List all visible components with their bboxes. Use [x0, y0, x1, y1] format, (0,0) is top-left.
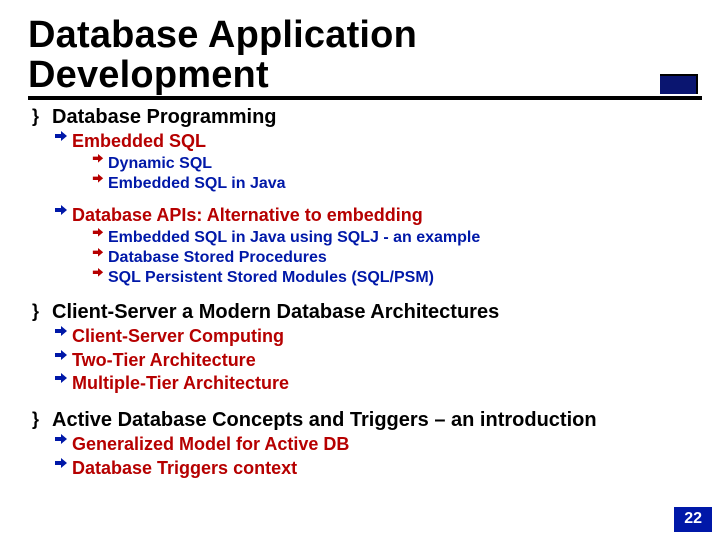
outline-level-3: Embedded SQL in Java: [32, 174, 692, 193]
outline-level-2: Generalized Model for Active DB: [32, 434, 692, 456]
level3-label: Database Stored Procedures: [108, 248, 692, 267]
arrow-right-icon: [92, 248, 108, 260]
title-line-2: Development: [28, 54, 269, 96]
level1-label: Active Database Concepts and Triggers – …: [52, 409, 692, 432]
outline-level-3: Dynamic SQL: [32, 154, 692, 173]
outline-level-2: Multiple-Tier Architecture: [32, 373, 692, 395]
accent-box: [660, 74, 698, 94]
level3-label: Embedded SQL in Java using SQLJ - an exa…: [108, 228, 692, 247]
arrow-right-icon: [54, 458, 72, 472]
arrow-right-icon: [92, 174, 108, 186]
arrow-right-icon: [54, 131, 72, 145]
arrow-right-icon: [92, 154, 108, 166]
section: } Database Programming Embedded SQL Dyna…: [32, 106, 692, 287]
level3-label: SQL Persistent Stored Modules (SQL/PSM): [108, 268, 692, 287]
outline-level-2: Database Triggers context: [32, 458, 692, 480]
level2-label: Database Triggers context: [72, 458, 692, 480]
outline-level-3: Embedded SQL in Java using SQLJ - an exa…: [32, 228, 692, 247]
arrow-right-icon: [92, 268, 108, 280]
outline-level-2: Two-Tier Architecture: [32, 350, 692, 372]
level2-label: Embedded SQL: [72, 131, 692, 153]
level2-label: Database APIs: Alternative to embedding: [72, 205, 692, 227]
slide-title: Database Application Development: [28, 16, 417, 96]
level2-label: Two-Tier Architecture: [72, 350, 692, 372]
outline-level-2: Embedded SQL: [32, 131, 692, 153]
outline-level-1: } Database Programming: [32, 106, 692, 129]
section: } Client-Server a Modern Database Archit…: [32, 301, 692, 395]
page-number-value: 22: [684, 510, 702, 527]
title-line-1: Database Application: [28, 14, 417, 56]
arrow-right-icon: [54, 326, 72, 340]
outline-level-2: Database APIs: Alternative to embedding: [32, 205, 692, 227]
brace-bullet-icon: }: [32, 106, 52, 128]
arrow-right-icon: [54, 373, 72, 387]
level2-label: Multiple-Tier Architecture: [72, 373, 692, 395]
level2-label: Generalized Model for Active DB: [72, 434, 692, 456]
brace-bullet-icon: }: [32, 301, 52, 323]
outline-level-2: Client-Server Computing: [32, 326, 692, 348]
outline-level-1: } Client-Server a Modern Database Archit…: [32, 301, 692, 324]
level3-label: Dynamic SQL: [108, 154, 692, 173]
section: } Active Database Concepts and Triggers …: [32, 409, 692, 479]
arrow-right-icon: [54, 434, 72, 448]
arrow-right-icon: [92, 228, 108, 240]
outline-level-3: Database Stored Procedures: [32, 248, 692, 267]
level3-label: Embedded SQL in Java: [108, 174, 692, 193]
level2-label: Client-Server Computing: [72, 326, 692, 348]
level1-label: Database Programming: [52, 106, 692, 129]
level1-label: Client-Server a Modern Database Architec…: [52, 301, 692, 324]
arrow-right-icon: [54, 350, 72, 364]
brace-bullet-icon: }: [32, 409, 52, 431]
slide-body: } Database Programming Embedded SQL Dyna…: [32, 100, 692, 479]
arrow-right-icon: [54, 205, 72, 219]
outline-level-1: } Active Database Concepts and Triggers …: [32, 409, 692, 432]
page-number: 22: [674, 507, 712, 532]
outline-level-3: SQL Persistent Stored Modules (SQL/PSM): [32, 268, 692, 287]
slide: Database Application Development } Datab…: [0, 0, 720, 540]
